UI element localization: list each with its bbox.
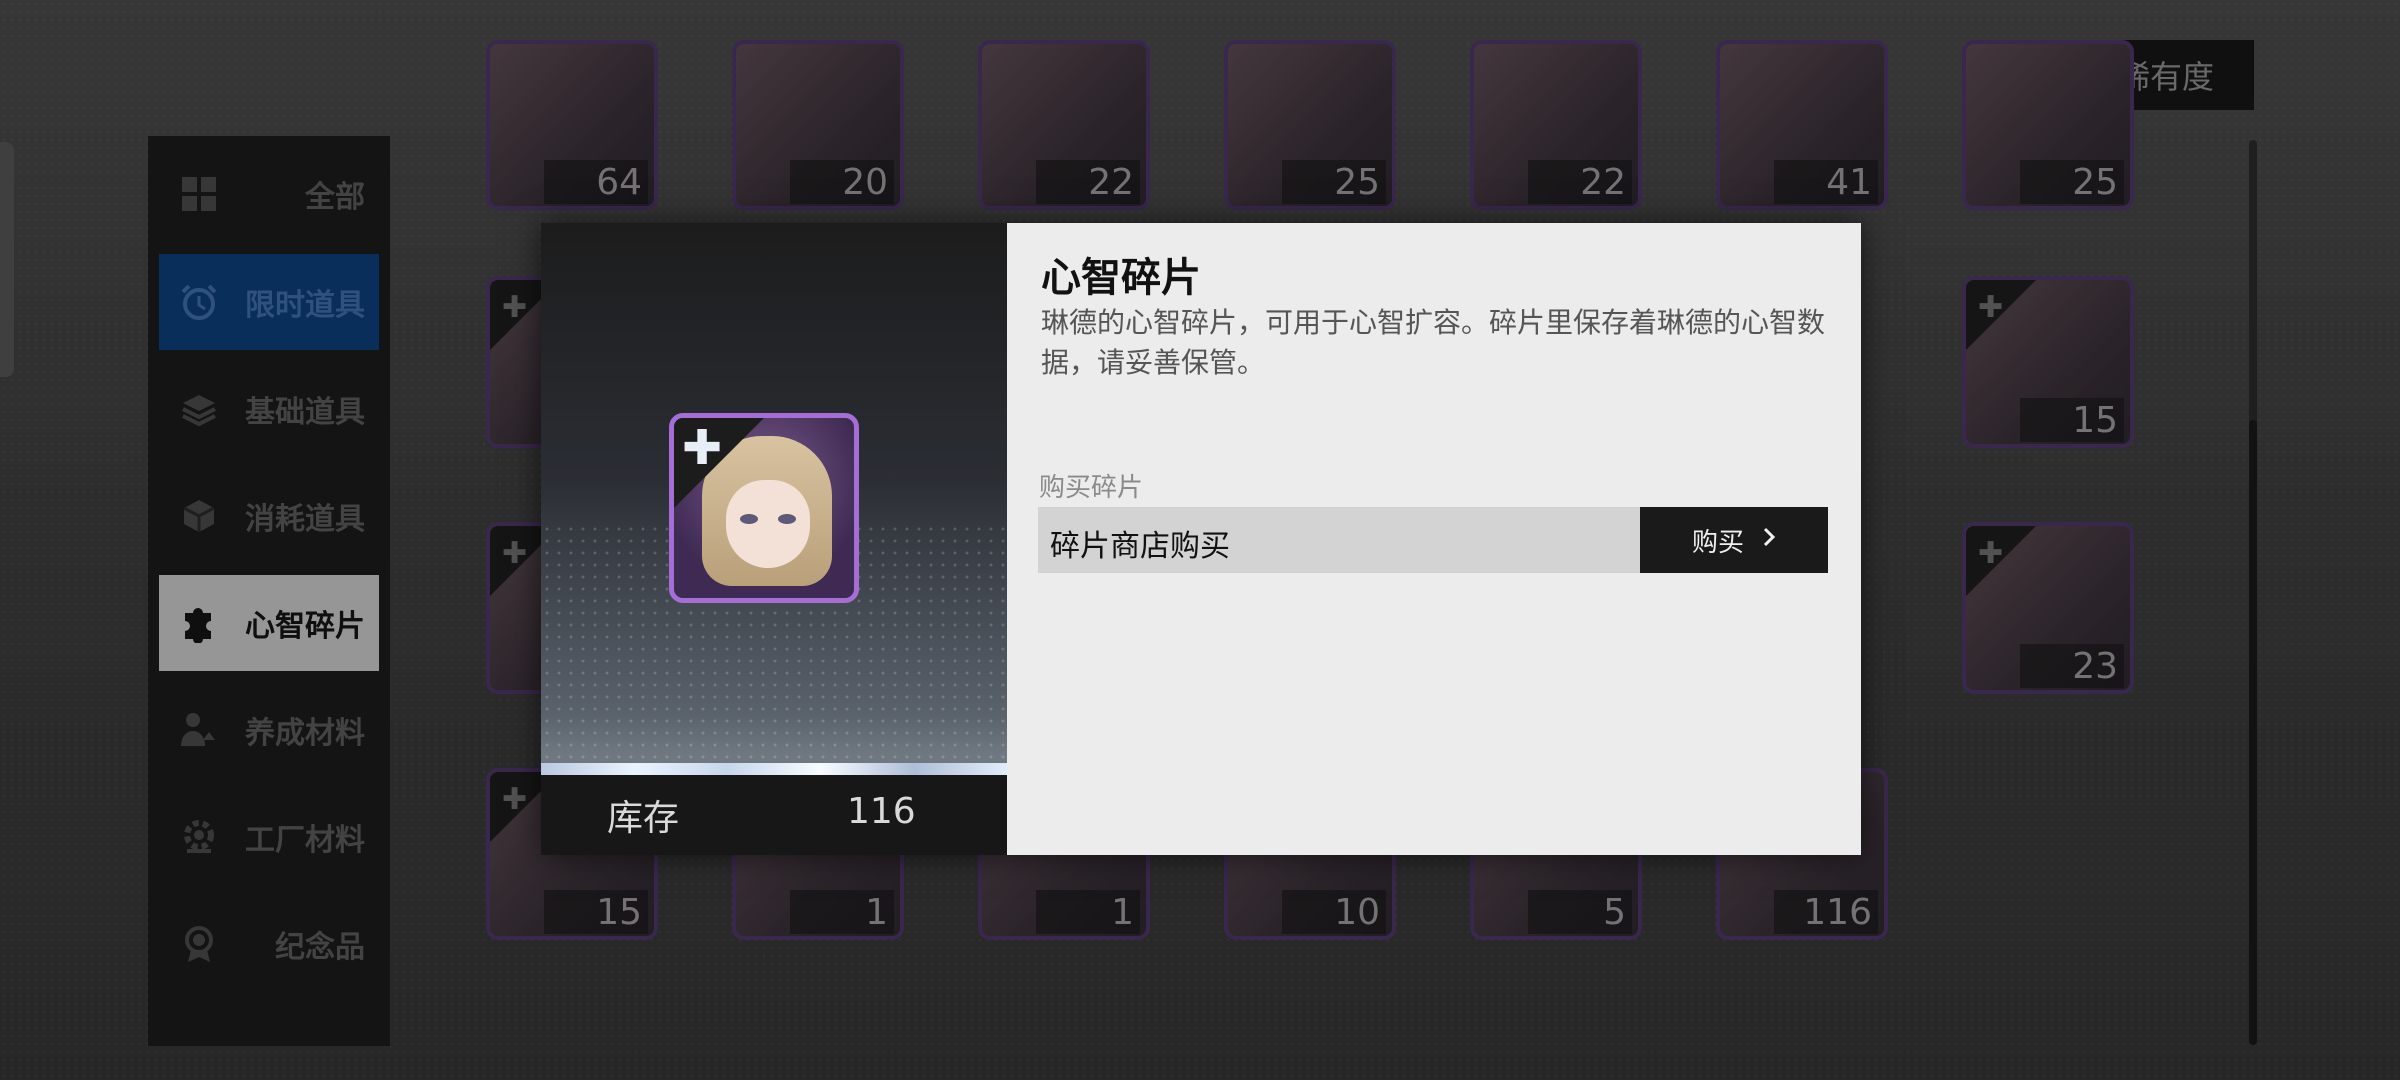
item-description: 琳德的心智碎片，可用于心智扩容。碎片里保存着琳德的心智数据，请妥善保管。 <box>1041 306 1826 379</box>
stock-label: 库存 <box>607 798 680 839</box>
stock-value: 116 <box>847 791 916 832</box>
puzzle-piece-icon: ✚ <box>682 420 723 476</box>
buy-section-label: 购买碎片 <box>1039 473 1144 503</box>
item-preview-panel: ✚ 库存 116 <box>541 223 1007 855</box>
buy-source-row: 碎片商店购买 购买 <box>1038 507 1828 573</box>
item-title: 心智碎片 <box>1041 255 1201 301</box>
buy-button[interactable]: 购买 <box>1640 507 1828 573</box>
chevron-right-icon <box>1762 525 1776 555</box>
item-info-panel: 心智碎片 琳德的心智碎片，可用于心智扩容。碎片里保存着琳德的心智数据，请妥善保管… <box>1007 223 1861 855</box>
holo-stripe <box>541 763 1007 775</box>
buy-source-text: 碎片商店购买 <box>1050 529 1230 564</box>
item-detail-modal: ✚ 库存 116 心智碎片 琳德的心智碎片，可用于心智扩容。碎片里保存着琳德的心… <box>541 223 1861 855</box>
buy-button-label: 购买 <box>1691 527 1744 558</box>
stock-bar: 库存 116 <box>541 775 1007 855</box>
item-portrait: ✚ <box>669 413 859 603</box>
